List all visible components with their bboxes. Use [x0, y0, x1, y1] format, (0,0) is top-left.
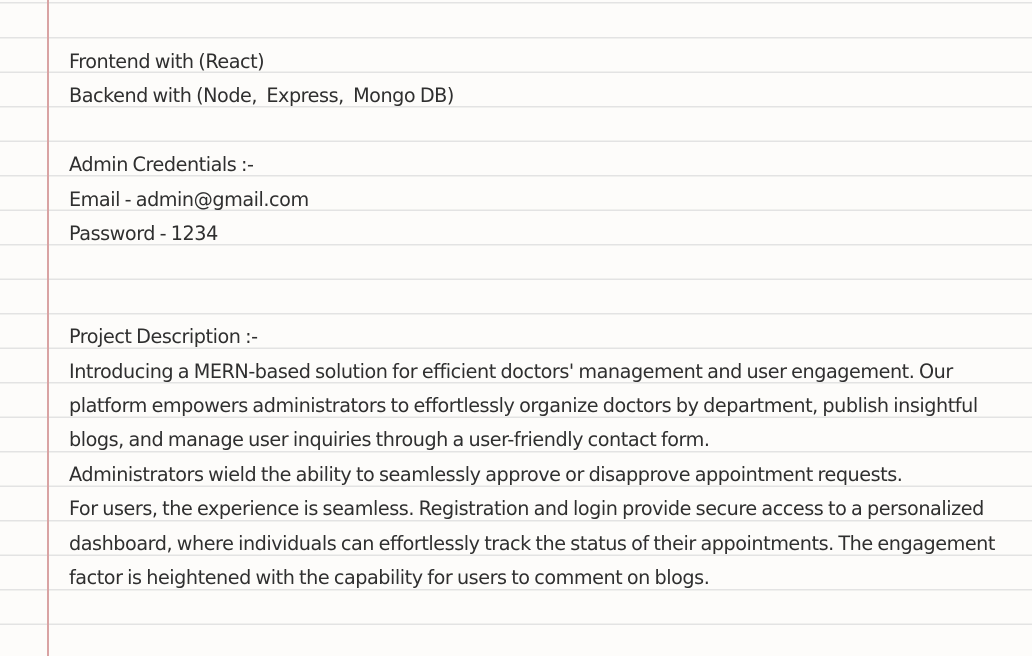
- admin-credentials-heading: Admin Credentials :-: [69, 153, 254, 177]
- admin-password-line: Password - 1234: [69, 222, 218, 246]
- project-description-heading: Project Description :-: [69, 325, 258, 349]
- description-paragraph: Introducing a MERN-based solution for ef…: [69, 359, 978, 452]
- notebook-margin-line: [47, 0, 49, 656]
- admin-email-line: Email - admin@gmail.com: [69, 187, 309, 211]
- description-paragraph: For users, the experience is seamless. R…: [69, 497, 995, 590]
- frontend-line: Frontend with (React): [69, 50, 265, 73]
- note-content: Frontend with (React) Backend with (Node…: [69, 45, 999, 595]
- backend-line: Backend with (Node, Express, Mongo DB): [69, 84, 454, 108]
- description-paragraph: Administrators wield the ability to seam…: [69, 462, 903, 486]
